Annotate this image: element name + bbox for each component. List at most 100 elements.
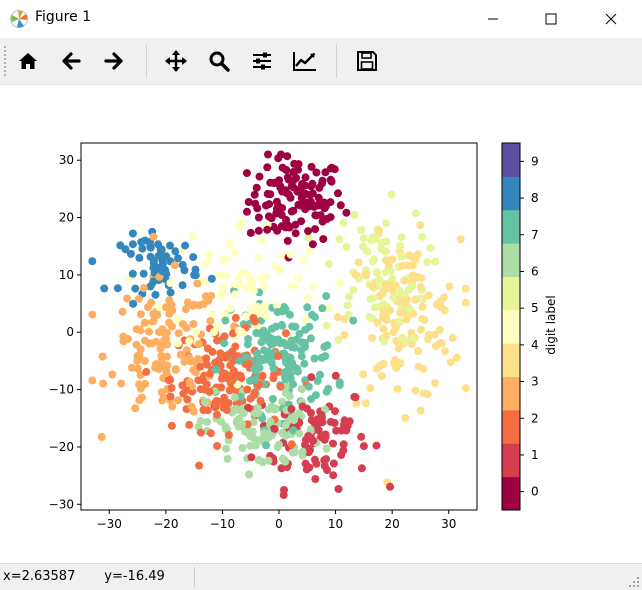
scatter-point <box>269 364 278 373</box>
scatter-point <box>306 446 314 455</box>
scatter-point <box>223 454 232 463</box>
zoom-button[interactable] <box>202 44 236 78</box>
toolbar-separator <box>336 44 337 78</box>
scatter-point <box>239 409 248 418</box>
maximize-icon <box>545 13 557 25</box>
scatter-point <box>138 393 146 402</box>
scatter-point <box>243 270 251 278</box>
scatter-point <box>397 233 406 242</box>
scatter-point <box>260 346 268 355</box>
scatter-point <box>359 234 368 243</box>
scatter-point <box>220 339 229 348</box>
scatter-point <box>167 384 176 392</box>
resize-grip-icon[interactable] <box>628 576 640 588</box>
scatter-point <box>297 385 306 394</box>
scatter-point <box>329 439 337 448</box>
scatter-point <box>366 384 375 393</box>
scatter-point <box>248 427 257 436</box>
scatter-point <box>205 249 214 258</box>
scatter-point <box>185 420 194 429</box>
scatter-point <box>242 169 251 178</box>
scatter-point <box>246 228 255 237</box>
scatter-point <box>178 320 187 329</box>
scatter-point <box>259 432 268 441</box>
scatter-point <box>234 280 243 288</box>
scatter-point <box>292 174 301 182</box>
subplots-button[interactable] <box>245 44 279 78</box>
scatter-point <box>174 339 182 348</box>
scatter-point <box>151 363 160 372</box>
scatter-point <box>157 357 166 366</box>
scatter-point <box>258 274 267 283</box>
scatter-point <box>372 441 381 450</box>
scatter-point <box>244 198 253 206</box>
scatter-point <box>88 376 97 385</box>
scatter-point <box>411 209 420 218</box>
scatter-point <box>350 210 359 219</box>
figure-canvas[interactable]: −30 −20 −10 0 10 20 30 −30 −20 −10 0 10 20 30 0 1 2 3 4 5… <box>0 85 642 563</box>
scatter-point <box>254 253 263 262</box>
scatter-point <box>258 371 267 380</box>
scatter-point <box>418 232 427 241</box>
minimize-icon <box>488 18 498 20</box>
scatter-point <box>250 286 258 295</box>
save-button[interactable] <box>350 44 384 78</box>
scatter-point <box>303 404 311 413</box>
scatter-point <box>216 349 225 358</box>
scatter-point <box>461 384 470 393</box>
toolbar-grip[interactable] <box>4 46 10 76</box>
scatter-point <box>278 321 287 330</box>
maximize-button[interactable] <box>528 0 574 38</box>
scatter-point <box>304 247 313 255</box>
scatter-point <box>228 376 237 385</box>
scatter-point <box>405 304 414 313</box>
colorbar-tick-label: 8 <box>531 191 539 205</box>
close-button[interactable] <box>588 0 634 38</box>
scatter-point <box>361 399 370 408</box>
scatter-point <box>264 405 273 414</box>
scatter-point <box>351 270 360 279</box>
scatter-point <box>140 357 149 365</box>
colorbar-segment <box>502 443 520 478</box>
window-title: Figure 1 <box>35 9 92 25</box>
colorbar-segment <box>502 309 520 344</box>
minimize-button[interactable] <box>470 0 516 38</box>
scatter-point <box>300 359 309 368</box>
scatter-point <box>287 440 296 449</box>
scatter-point <box>285 392 294 401</box>
scatter-point <box>262 441 271 450</box>
scatter-point <box>308 179 317 188</box>
scatter-point <box>142 367 151 376</box>
x-tick-label: −20 <box>153 517 178 531</box>
forward-button[interactable] <box>97 44 131 78</box>
pan-button[interactable] <box>159 44 193 78</box>
scatter-point <box>222 255 231 264</box>
scatter-point <box>357 432 366 441</box>
scatter-point <box>325 303 334 312</box>
scatter-point <box>98 352 107 361</box>
back-button[interactable] <box>54 44 88 78</box>
scatter-point <box>166 392 175 401</box>
scatter-point <box>231 248 240 257</box>
home-button[interactable] <box>11 44 45 78</box>
scatter-point <box>267 214 276 223</box>
scatter-point <box>128 269 137 278</box>
colorbar-tick-label: 3 <box>531 375 539 389</box>
scatter-figure[interactable]: −30 −20 −10 0 10 20 30 −30 −20 −10 0 10 20 30 0 1 2 3 4 5… <box>0 85 642 563</box>
scatter-point <box>437 339 446 348</box>
toolbar-separator <box>146 44 147 78</box>
scatter-point <box>163 340 172 349</box>
scatter-point <box>373 268 381 277</box>
scatter-point <box>171 365 180 374</box>
scatter-point <box>254 456 263 465</box>
scatter-point <box>445 282 454 291</box>
scatter-point <box>336 201 345 210</box>
scatter-point <box>174 254 182 263</box>
edit-axis-button[interactable] <box>288 44 322 78</box>
y-axis-ticks: −30 −20 −10 0 10 20 30 <box>49 153 81 511</box>
scatter-point <box>335 235 344 244</box>
scatter-point <box>141 336 149 345</box>
scatter-point <box>250 409 259 418</box>
scatter-point <box>139 284 148 293</box>
scatter-point <box>290 282 299 291</box>
